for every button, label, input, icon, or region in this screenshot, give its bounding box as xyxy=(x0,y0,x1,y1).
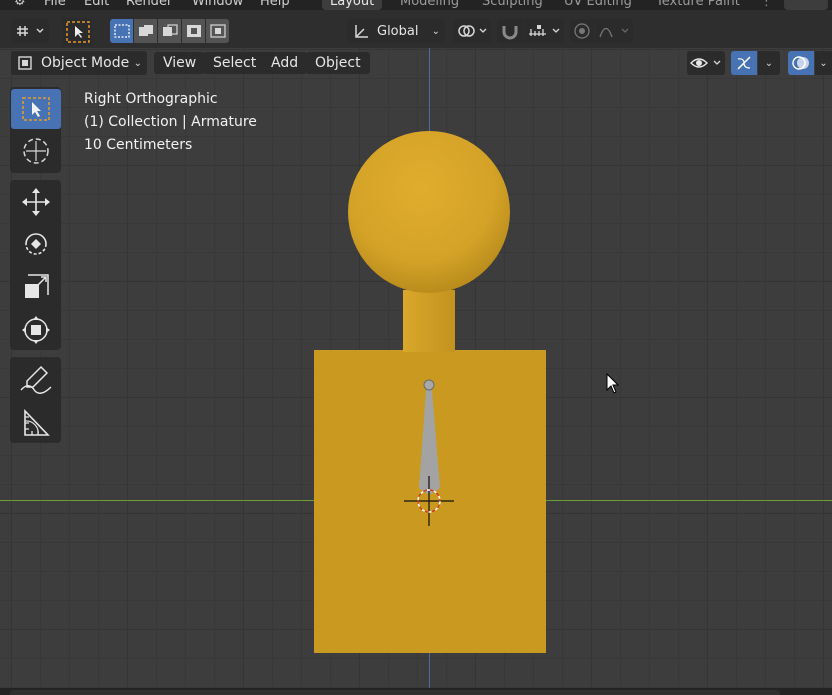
object-mode-dropdown[interactable]: Object Mode ⌄ xyxy=(11,51,147,75)
move-icon xyxy=(22,188,50,216)
head-sphere-mesh[interactable] xyxy=(348,131,510,293)
visibility-dropdown[interactable] xyxy=(687,51,725,75)
grid-scale-label: 10 Centimeters xyxy=(84,137,193,153)
menu-select[interactable]: Select xyxy=(204,52,266,74)
tool-annotate[interactable] xyxy=(11,359,61,399)
gizmo-dropdown[interactable]: ⌄ xyxy=(758,51,780,75)
tool-move[interactable] xyxy=(11,182,61,222)
tool-scale[interactable] xyxy=(11,267,61,307)
tool-measure[interactable] xyxy=(11,403,61,443)
transform-icon xyxy=(22,316,50,344)
neck-mesh[interactable] xyxy=(403,290,455,352)
chevron-down-icon: ⌄ xyxy=(133,57,142,69)
view-name-label: Right Orthographic xyxy=(84,91,218,107)
chevron-down-icon: ⌄ xyxy=(819,57,828,69)
select-box-icon xyxy=(22,97,50,121)
scale-icon xyxy=(25,274,49,298)
mouse-pointer-icon xyxy=(606,372,620,394)
mode-label: Object Mode xyxy=(41,55,130,71)
tool-cursor[interactable] xyxy=(11,131,61,171)
overlays-dropdown[interactable]: ⌄ xyxy=(815,51,832,75)
gizmo-toggle[interactable] xyxy=(731,51,757,75)
tool-select-box[interactable] xyxy=(11,89,61,129)
menu-add[interactable]: Add xyxy=(262,52,308,74)
eye-icon xyxy=(690,58,721,68)
menu-view[interactable]: View xyxy=(154,52,206,74)
menu-object[interactable]: Object xyxy=(306,52,370,74)
gizmo-icon xyxy=(737,56,751,70)
rotate-icon xyxy=(25,233,47,255)
chevron-down-icon: ⌄ xyxy=(764,57,774,69)
annotate-icon xyxy=(20,365,52,394)
cursor-icon xyxy=(23,138,49,164)
tool-transform[interactable] xyxy=(11,310,61,350)
measure-icon xyxy=(24,409,50,436)
tool-rotate[interactable] xyxy=(11,224,61,264)
active-collection-label: (1) Collection | Armature xyxy=(84,114,257,130)
object-mode-icon xyxy=(18,56,32,70)
bottom-region xyxy=(0,688,832,695)
overlays-toggle[interactable] xyxy=(788,51,814,75)
overlays-icon xyxy=(792,56,809,70)
